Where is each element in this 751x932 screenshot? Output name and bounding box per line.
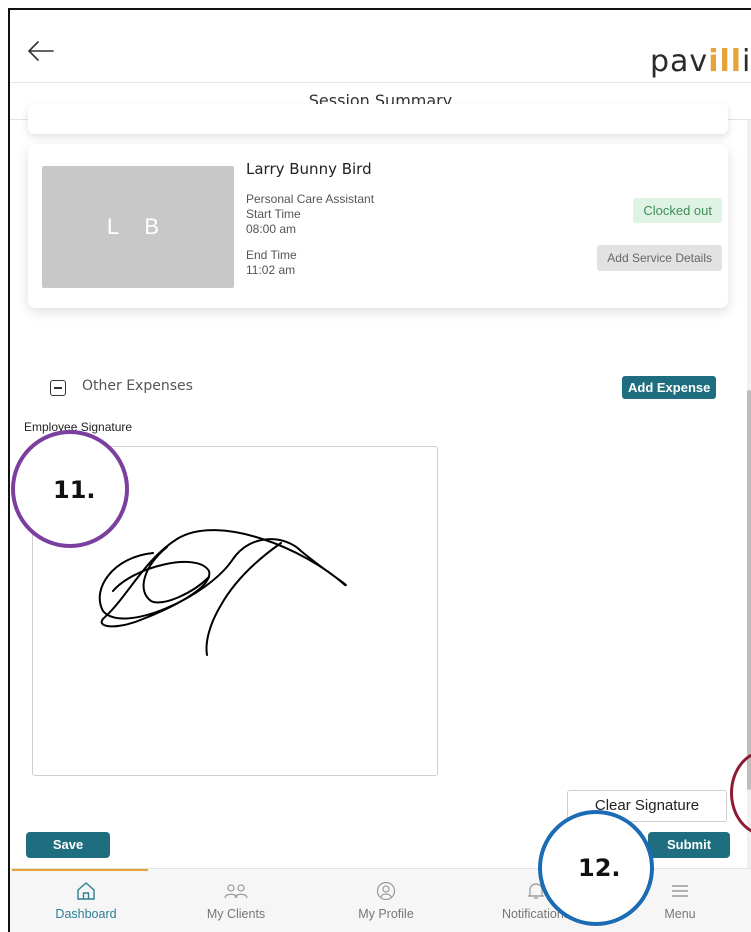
annotation-circle-11: 11. xyxy=(11,430,129,548)
employee-name: Larry Bunny Bird xyxy=(246,160,372,178)
nav-my-profile[interactable]: My Profile xyxy=(316,875,456,921)
annotation-circle-12: 12. xyxy=(538,810,654,926)
nav-my-clients[interactable]: My Clients xyxy=(166,875,306,921)
avatar: L B xyxy=(42,166,234,288)
employee-role: Personal Care Assistant xyxy=(246,192,375,206)
profile-icon xyxy=(376,881,396,901)
top-bar: pavillio xyxy=(10,10,751,83)
annotation-label-12: 12. xyxy=(578,854,621,882)
add-expense-button[interactable]: Add Expense xyxy=(622,376,717,399)
nav-label: My Profile xyxy=(358,907,414,921)
end-time-label: End Time xyxy=(246,248,297,262)
status-badge: Clocked out xyxy=(633,198,722,223)
nav-dashboard[interactable]: Dashboard xyxy=(16,875,156,921)
submit-button[interactable]: Submit xyxy=(648,832,730,858)
menu-icon xyxy=(672,885,688,897)
brand-logo: pavillio xyxy=(650,44,751,79)
save-button[interactable]: Save xyxy=(26,832,110,858)
other-expenses-label: Other Expenses xyxy=(82,378,193,394)
annotation-label-11: 11. xyxy=(53,476,96,504)
previous-card-edge xyxy=(28,104,728,134)
back-arrow-icon[interactable] xyxy=(26,38,56,64)
add-service-details-button[interactable]: Add Service Details xyxy=(597,245,722,271)
session-card: L B Larry Bunny Bird Personal Care Assis… xyxy=(28,144,728,308)
home-icon xyxy=(77,882,95,900)
start-time-value: 08:00 am xyxy=(246,222,297,236)
end-time-value: 11:02 am xyxy=(246,263,296,277)
brand-prefix: pav xyxy=(650,44,709,79)
nav-label: My Clients xyxy=(206,907,266,921)
other-expenses-row: Other Expenses Add Expense xyxy=(46,376,726,402)
brand-accent: ill xyxy=(708,44,743,79)
people-icon xyxy=(224,884,248,899)
nav-active-indicator xyxy=(12,869,148,871)
nav-label: Dashboard xyxy=(55,907,117,921)
brand-suffix: io xyxy=(742,44,751,79)
scrollbar-thumb[interactable] xyxy=(747,390,751,790)
collapse-icon[interactable] xyxy=(50,380,66,396)
app-frame: pavillio Session Summary L B Larry Bunny… xyxy=(8,8,751,932)
start-time-label: Start Time xyxy=(246,207,301,221)
